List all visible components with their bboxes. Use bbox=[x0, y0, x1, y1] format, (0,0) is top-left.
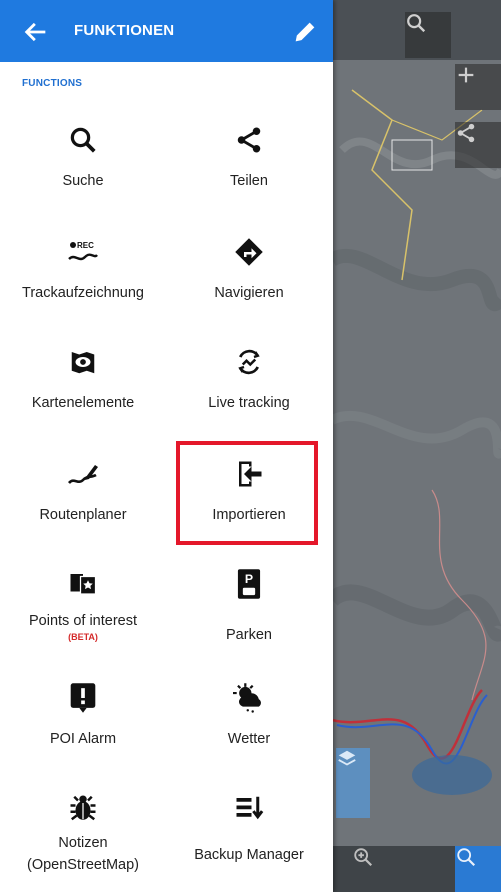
layers-icon bbox=[338, 750, 356, 766]
app-bar: FUNKTIONEN bbox=[0, 0, 333, 62]
function-share[interactable]: Teilen bbox=[166, 108, 332, 218]
function-points-of-interest[interactable]: Points of interest (BETA) bbox=[0, 552, 166, 662]
function-label: Navigieren bbox=[214, 285, 284, 301]
function-label-secondary: (OpenStreetMap) bbox=[26, 857, 140, 873]
function-map-elements[interactable]: Kartenelemente bbox=[0, 330, 166, 440]
poi-icon bbox=[63, 564, 103, 604]
function-notes-osm[interactable]: Notizen (OpenStreetMap) bbox=[0, 776, 166, 886]
weather-icon bbox=[229, 678, 269, 718]
function-label: Routenplaner bbox=[39, 507, 127, 523]
share-icon bbox=[229, 120, 269, 160]
arrow-left-icon bbox=[24, 22, 46, 42]
function-label: POI Alarm bbox=[49, 731, 117, 747]
bug-icon bbox=[63, 788, 103, 828]
track-record-icon: REC bbox=[63, 232, 103, 272]
section-title: FUNCTIONS bbox=[22, 78, 83, 89]
function-label: Parken bbox=[226, 627, 272, 643]
map-search-button[interactable] bbox=[405, 12, 451, 58]
function-label: Points of interest bbox=[29, 613, 137, 629]
back-button[interactable] bbox=[22, 18, 50, 46]
function-route-planner[interactable]: Routenplaner bbox=[0, 442, 166, 552]
function-track-recording[interactable]: REC Trackaufzeichnung bbox=[0, 220, 166, 330]
map-plus-button[interactable] bbox=[455, 64, 501, 110]
function-label: Wetter bbox=[227, 731, 271, 747]
function-weather[interactable]: Wetter bbox=[166, 666, 332, 776]
alarm-icon bbox=[63, 678, 103, 718]
map-share-button[interactable] bbox=[455, 122, 501, 168]
parking-icon: P bbox=[229, 564, 269, 604]
function-label: Suche bbox=[62, 173, 104, 189]
live-tracking-icon bbox=[229, 342, 269, 382]
function-label: Teilen bbox=[230, 173, 268, 189]
map-locate-button[interactable] bbox=[455, 846, 501, 892]
svg-text:P: P bbox=[245, 572, 253, 586]
page-title: FUNKTIONEN bbox=[74, 22, 175, 39]
search-icon bbox=[407, 14, 426, 33]
highlight-frame bbox=[176, 441, 318, 545]
backup-icon bbox=[229, 788, 269, 828]
beta-badge: (BETA) bbox=[68, 632, 98, 642]
zoom-in-icon bbox=[354, 848, 373, 867]
map-elements-icon bbox=[63, 342, 103, 382]
function-parking[interactable]: P Parken bbox=[166, 552, 332, 662]
function-label: Live tracking bbox=[208, 395, 290, 411]
pencil-icon bbox=[295, 22, 315, 42]
map-zoom-button[interactable] bbox=[352, 846, 398, 892]
function-label: Notizen bbox=[58, 835, 108, 851]
function-label: Trackaufzeichnung bbox=[22, 285, 144, 301]
locate-icon bbox=[457, 848, 476, 867]
route-planner-icon bbox=[63, 454, 103, 494]
function-label: Kartenelemente bbox=[31, 395, 135, 411]
function-live-tracking[interactable]: Live tracking bbox=[166, 330, 332, 440]
function-backup-manager[interactable]: Backup Manager bbox=[166, 776, 332, 886]
function-search[interactable]: Suche bbox=[0, 108, 166, 218]
plus-icon bbox=[458, 67, 474, 83]
map-layers-button[interactable] bbox=[336, 748, 370, 818]
function-navigate[interactable]: Navigieren bbox=[166, 220, 332, 330]
functions-drawer: FUNKTIONEN FUNCTIONS Suche Teilen REC Tr… bbox=[0, 0, 333, 892]
search-icon bbox=[63, 120, 103, 160]
function-poi-alarm[interactable]: POI Alarm bbox=[0, 666, 166, 776]
edit-button[interactable] bbox=[291, 18, 319, 46]
navigation-icon bbox=[229, 232, 269, 272]
function-label: Backup Manager bbox=[194, 847, 304, 863]
svg-text:REC: REC bbox=[77, 241, 94, 250]
map-view[interactable] bbox=[332, 0, 501, 892]
share-icon bbox=[457, 123, 475, 143]
